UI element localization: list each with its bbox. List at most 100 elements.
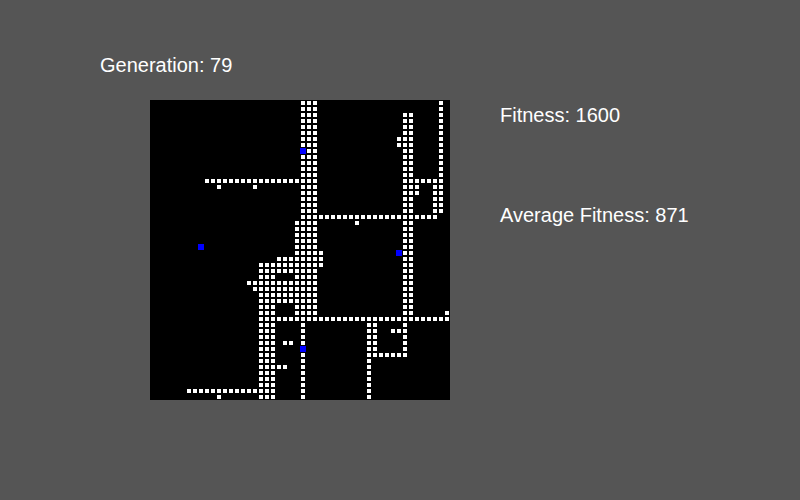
wall-cell bbox=[217, 395, 221, 399]
wall-cell bbox=[403, 137, 407, 141]
wall-cell bbox=[289, 269, 293, 273]
wall-cell bbox=[403, 341, 407, 345]
wall-cell bbox=[265, 281, 269, 285]
wall-cell bbox=[409, 305, 413, 309]
wall-cell bbox=[301, 131, 305, 135]
wall-cell bbox=[295, 233, 299, 237]
wall-cell bbox=[445, 311, 449, 315]
wall-cell bbox=[409, 185, 413, 189]
wall-cell bbox=[265, 389, 269, 393]
wall-cell bbox=[397, 215, 401, 219]
wall-cell bbox=[265, 395, 269, 399]
wall-cell bbox=[259, 377, 263, 381]
wall-cell bbox=[283, 317, 287, 321]
wall-cell bbox=[307, 167, 311, 171]
wall-cell bbox=[307, 155, 311, 159]
wall-cell bbox=[241, 389, 245, 393]
wall-cell bbox=[301, 329, 305, 333]
wall-cell bbox=[403, 119, 407, 123]
wall-cell bbox=[307, 239, 311, 243]
wall-cell bbox=[211, 179, 215, 183]
wall-cell bbox=[277, 317, 281, 321]
wall-cell bbox=[409, 227, 413, 231]
wall-cell bbox=[373, 335, 377, 339]
wall-cell bbox=[403, 353, 407, 357]
wall-cell bbox=[301, 395, 305, 399]
wall-cell bbox=[403, 167, 407, 171]
wall-cell bbox=[403, 347, 407, 351]
wall-cell bbox=[259, 371, 263, 375]
wall-cell bbox=[307, 257, 311, 261]
wall-cell bbox=[259, 305, 263, 309]
wall-cell bbox=[301, 389, 305, 393]
wall-cell bbox=[403, 209, 407, 213]
wall-cell bbox=[427, 179, 431, 183]
wall-cell bbox=[421, 215, 425, 219]
wall-cell bbox=[259, 341, 263, 345]
wall-cell bbox=[415, 191, 419, 195]
wall-cell bbox=[295, 269, 299, 273]
wall-cell bbox=[397, 143, 401, 147]
wall-cell bbox=[301, 323, 305, 327]
wall-cell bbox=[409, 137, 413, 141]
wall-cell bbox=[409, 239, 413, 243]
wall-cell bbox=[433, 209, 437, 213]
wall-cell bbox=[313, 221, 317, 225]
wall-cell bbox=[295, 275, 299, 279]
wall-cell bbox=[277, 263, 281, 267]
wall-cell bbox=[295, 239, 299, 243]
wall-cell bbox=[271, 377, 275, 381]
wall-cell bbox=[307, 119, 311, 123]
wall-cell bbox=[301, 233, 305, 237]
wall-cell bbox=[313, 185, 317, 189]
wall-cell bbox=[313, 137, 317, 141]
wall-cell bbox=[265, 353, 269, 357]
wall-cell bbox=[397, 353, 401, 357]
wall-cell bbox=[259, 353, 263, 357]
wall-cell bbox=[313, 173, 317, 177]
wall-cell bbox=[307, 203, 311, 207]
wall-cell bbox=[379, 353, 383, 357]
wall-cell bbox=[253, 185, 257, 189]
wall-cell bbox=[433, 191, 437, 195]
wall-cell bbox=[301, 293, 305, 297]
wall-cell bbox=[301, 263, 305, 267]
wall-cell bbox=[409, 179, 413, 183]
wall-cell bbox=[367, 359, 371, 363]
wall-cell bbox=[265, 287, 269, 291]
wall-cell bbox=[307, 311, 311, 315]
wall-cell bbox=[403, 281, 407, 285]
wall-cell bbox=[301, 341, 305, 345]
wall-cell bbox=[295, 317, 299, 321]
wall-cell bbox=[403, 215, 407, 219]
wall-cell bbox=[409, 191, 413, 195]
wall-cell bbox=[403, 185, 407, 189]
wall-cell bbox=[319, 257, 323, 261]
wall-cell bbox=[355, 317, 359, 321]
wall-cell bbox=[403, 263, 407, 267]
game-board bbox=[150, 100, 450, 400]
wall-cell bbox=[409, 155, 413, 159]
wall-cell bbox=[409, 311, 413, 315]
wall-cell bbox=[301, 203, 305, 207]
wall-cell bbox=[187, 389, 191, 393]
wall-cell bbox=[373, 323, 377, 327]
wall-cell bbox=[313, 227, 317, 231]
agent bbox=[396, 250, 402, 256]
wall-cell bbox=[439, 155, 443, 159]
wall-cell bbox=[385, 215, 389, 219]
wall-cell bbox=[331, 215, 335, 219]
wall-cell bbox=[271, 353, 275, 357]
wall-cell bbox=[409, 233, 413, 237]
wall-cell bbox=[409, 131, 413, 135]
wall-cell bbox=[271, 341, 275, 345]
wall-cell bbox=[403, 317, 407, 321]
wall-cell bbox=[193, 389, 197, 393]
wall-cell bbox=[253, 389, 257, 393]
wall-cell bbox=[259, 395, 263, 399]
wall-cell bbox=[367, 215, 371, 219]
wall-cell bbox=[283, 287, 287, 291]
wall-cell bbox=[403, 125, 407, 129]
wall-cell bbox=[259, 317, 263, 321]
wall-cell bbox=[283, 341, 287, 345]
